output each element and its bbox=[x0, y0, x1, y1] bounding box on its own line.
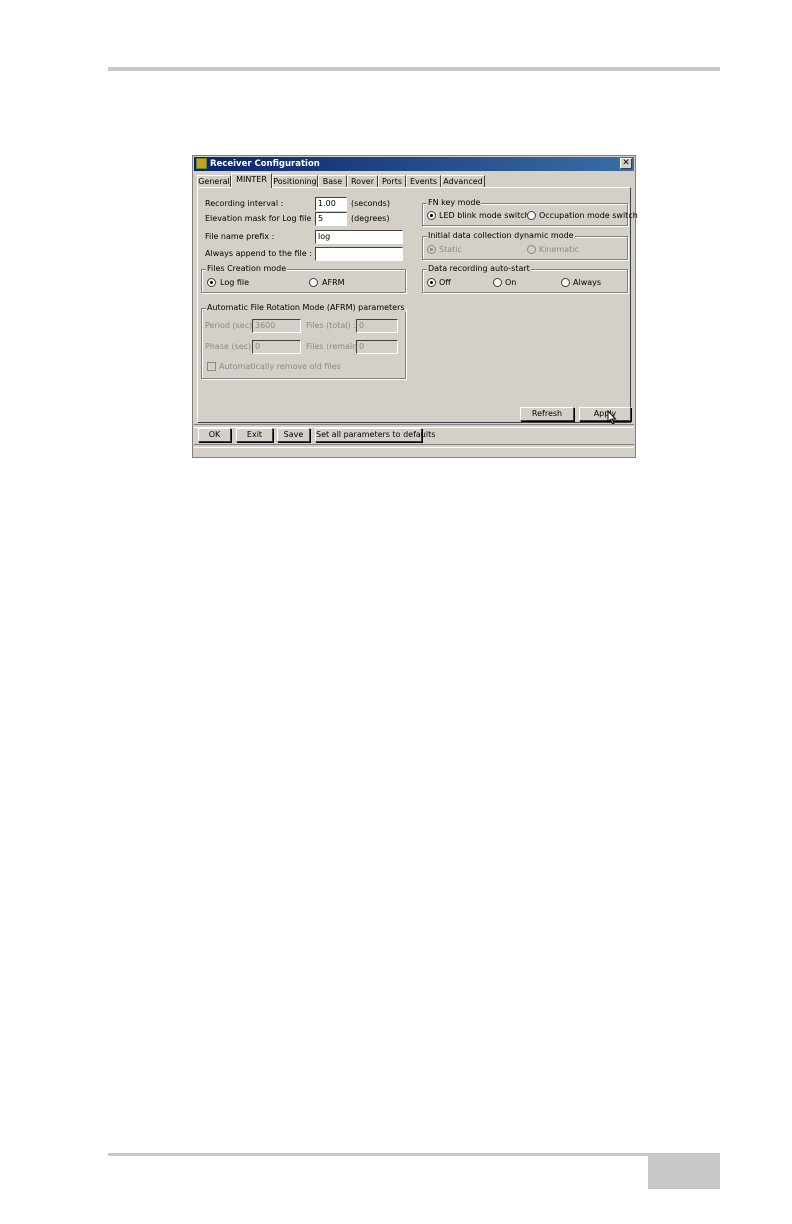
ok-button[interactable]: OK bbox=[198, 428, 231, 442]
auto-start-always-label: Always bbox=[573, 278, 602, 287]
exit-button[interactable]: Exit bbox=[236, 428, 273, 442]
tab-ports[interactable]: Ports bbox=[378, 175, 406, 187]
receiver-configuration-window: Receiver Configuration ✕ General MINTER … bbox=[192, 155, 638, 458]
auto-start-group: Data recording auto-start Off On Always bbox=[422, 264, 628, 293]
static-radio[interactable] bbox=[427, 245, 436, 254]
file-name-prefix-label: File name prefix : bbox=[205, 232, 275, 241]
always-append-field[interactable] bbox=[315, 247, 403, 261]
log-file-label: Log file bbox=[220, 278, 250, 287]
kinematic-radio[interactable] bbox=[527, 245, 536, 254]
afrm-parameters-group: Automatic File Rotation Mode (AFRM) para… bbox=[201, 303, 406, 379]
status-bar-separator bbox=[194, 444, 634, 448]
close-icon[interactable]: ✕ bbox=[620, 158, 632, 169]
afrm-parameters-title: Automatic File Rotation Mode (AFRM) para… bbox=[206, 303, 406, 312]
app-icon bbox=[196, 158, 207, 169]
save-button[interactable]: Save bbox=[277, 428, 310, 442]
occupation-mode-radio[interactable] bbox=[527, 211, 536, 220]
period-field[interactable]: 3600 bbox=[252, 319, 301, 333]
auto-remove-checkbox[interactable] bbox=[207, 362, 216, 371]
recording-interval-label: Recording interval : bbox=[205, 199, 284, 208]
auto-start-off-radio[interactable] bbox=[427, 278, 436, 287]
file-name-prefix-field[interactable]: log bbox=[315, 230, 403, 244]
occupation-mode-label: Occupation mode switch bbox=[539, 211, 638, 220]
recording-interval-unit: (seconds) bbox=[351, 199, 390, 208]
recording-interval-field[interactable]: 1.00 bbox=[315, 197, 347, 211]
tab-general[interactable]: General bbox=[197, 175, 231, 187]
page-footer-rule bbox=[108, 1153, 648, 1156]
led-blink-label: LED blink mode switch bbox=[439, 211, 530, 220]
initial-dynamic-mode-title: Initial data collection dynamic mode bbox=[427, 231, 575, 240]
initial-dynamic-mode-group: Initial data collection dynamic mode Sta… bbox=[422, 231, 628, 260]
phase-label: Phase (sec) : bbox=[205, 342, 257, 351]
tab-events[interactable]: Events bbox=[406, 175, 441, 187]
files-total-label: Files (total) : bbox=[306, 321, 356, 330]
static-label: Static bbox=[439, 245, 462, 254]
files-creation-mode-group: Files Creation mode Log file AFRM bbox=[201, 264, 406, 293]
page-number-box bbox=[648, 1153, 720, 1189]
tab-positioning[interactable]: Positioning bbox=[272, 175, 318, 187]
afrm-label: AFRM bbox=[322, 278, 345, 287]
elevation-mask-label: Elevation mask for Log file : bbox=[205, 214, 317, 223]
tab-rover[interactable]: Rover bbox=[347, 175, 378, 187]
tab-base[interactable]: Base bbox=[318, 175, 347, 187]
fn-key-mode-title: FN key mode bbox=[427, 198, 482, 207]
window-title: Receiver Configuration bbox=[210, 159, 320, 169]
period-label: Period (sec) : bbox=[205, 321, 258, 330]
tab-advanced[interactable]: Advanced bbox=[441, 175, 485, 187]
mouse-cursor-icon bbox=[607, 410, 617, 425]
auto-start-title: Data recording auto-start bbox=[427, 264, 531, 273]
set-defaults-button[interactable]: Set all parameters to defaults bbox=[315, 428, 435, 442]
elevation-mask-field[interactable]: 5 bbox=[315, 212, 347, 226]
elevation-mask-unit: (degrees) bbox=[351, 214, 390, 223]
title-bar[interactable]: Receiver Configuration ✕ bbox=[194, 157, 634, 171]
fn-key-mode-group: FN key mode LED blink mode switch Occupa… bbox=[422, 198, 638, 226]
files-remain-field[interactable]: 0 bbox=[356, 340, 398, 354]
auto-remove-label: Automatically remove old files bbox=[219, 362, 341, 371]
auto-start-on-label: On bbox=[505, 278, 517, 287]
log-file-radio[interactable] bbox=[207, 278, 216, 287]
files-total-field[interactable]: 0 bbox=[356, 319, 398, 333]
auto-start-always-radio[interactable] bbox=[561, 278, 570, 287]
files-creation-mode-title: Files Creation mode bbox=[206, 264, 288, 273]
always-append-label: Always append to the file : bbox=[205, 249, 312, 258]
auto-start-off-label: Off bbox=[439, 278, 451, 287]
phase-field[interactable]: 0 bbox=[252, 340, 301, 354]
kinematic-label: Kinematic bbox=[539, 245, 579, 254]
afrm-radio[interactable] bbox=[309, 278, 318, 287]
tab-minter[interactable]: MINTER bbox=[231, 173, 272, 188]
led-blink-radio[interactable] bbox=[427, 211, 436, 220]
refresh-button[interactable]: Refresh bbox=[520, 407, 574, 421]
apply-button[interactable]: Apply bbox=[579, 407, 631, 421]
auto-start-on-radio[interactable] bbox=[493, 278, 502, 287]
minter-tab-panel: Recording interval : 1.00 (seconds) Elev… bbox=[197, 187, 638, 425]
page-header-rule bbox=[108, 67, 720, 71]
